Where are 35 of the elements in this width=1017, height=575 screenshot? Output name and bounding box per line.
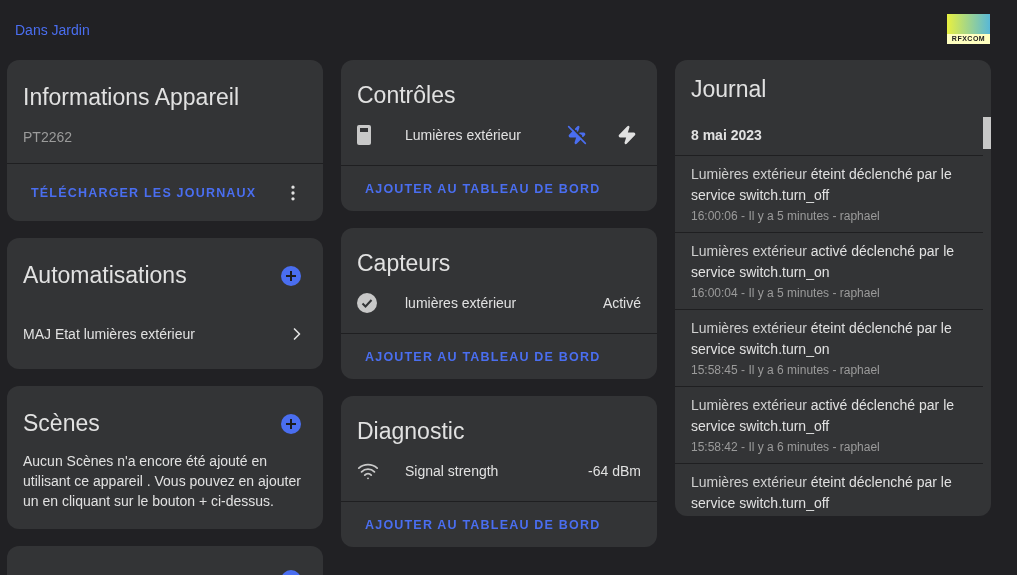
add-to-dashboard-button[interactable]: AJOUTER AU TABLEAU DE BORD [349,509,617,540]
log-entry-text: Lumières extérieur éteint déclenché par le service switch.turn_off [691,473,953,513]
download-logs-button[interactable]: TÉLÉCHARGER LES JOURNAUX [15,177,273,208]
add-icon[interactable] [281,413,301,434]
entity-value: Activé [602,295,641,311]
entity-name[interactable]: lumières extérieur [405,295,603,311]
card-title: Capteurs [357,250,451,277]
log-entry-text: Lumières extérieur activé déclenché par le service switch.turn_on [691,242,956,282]
empty-message: Aucun Scènes n'a encore été ajouté en utilisant ce appareil . Vous pouvez en ajouter un en cliquant sur le bouton + ci-dessus. [22,452,302,511]
card-title: Scènes [23,410,100,437]
log-entry-text: Lumières extérieur éteint déclenché par le service switch.turn_on [691,319,953,359]
log-entry-meta: 16:00:04 - Il y a 5 minutes - raphael [691,285,881,301]
card-title: Diagnostic [357,418,465,445]
add-icon[interactable] [281,265,301,286]
add-to-dashboard-button[interactable]: AJOUTER AU TABLEAU DE BORD [349,173,617,204]
entity-value: -64 dBm [588,463,641,479]
entity-name[interactable]: Lumières extérieur [405,127,563,143]
log-entry-meta: 15:58:45 - Il y a 6 minutes - raphael [691,362,881,378]
check-icon [357,293,377,313]
remote-icon [357,125,371,145]
log-entry-meta: 16:00:06 - Il y a 5 minutes - raphael [691,208,881,224]
date-heading: 8 mai 2023 [675,117,983,156]
automation-item[interactable]: MAJ Etat lumières extérieur [7,299,323,369]
scrollbar-thumb[interactable] [983,117,991,149]
add-to-dashboard-button[interactable]: AJOUTER AU TABLEAU DE BORD [349,341,617,372]
card-title: Informations Appareil [23,84,240,111]
entity-name[interactable]: Signal strength [405,463,589,479]
device-model: PT2262 [22,128,74,147]
card-title: Contrôles [357,82,456,109]
card-title: Automatisations [23,262,187,289]
card-title: Journal [691,76,767,103]
breadcrumb-link[interactable]: Dans Jardin [15,21,90,38]
log-entry-meta: 15:58:42 - Il y a 6 minutes - raphael [691,439,881,455]
log-entry-text: Lumières extérieur activé déclenché par le service switch.turn_off [691,396,956,436]
log-entry-text: Lumières extérieur éteint déclenché par le service switch.turn_off [691,165,953,205]
